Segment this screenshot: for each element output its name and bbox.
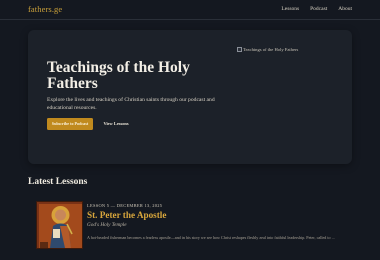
brand-logo[interactable]: fathers.ge [28, 4, 62, 14]
st-peter-icon [37, 202, 82, 248]
top-nav: fathers.ge Lessons Podcast About [0, 0, 380, 20]
nav-link-podcast[interactable]: Podcast [310, 6, 327, 12]
nav-links: Lessons Podcast About [281, 6, 352, 12]
subscribe-podcast-button[interactable]: Subscribe to Podcast [47, 118, 93, 130]
lesson-thumbnail[interactable] [36, 201, 83, 249]
nav-link-lessons[interactable]: Lessons [281, 6, 299, 12]
hero-title: Teachings of the Holy Fathers [47, 59, 190, 92]
hero-image: Teachings of the Holy Fathers [237, 47, 298, 52]
lesson-description: A hot-headed fisherman becomes a fearles… [87, 235, 335, 240]
hero-image-alt-text: Teachings of the Holy Fathers [243, 47, 299, 52]
nav-link-about[interactable]: About [338, 6, 352, 12]
hero-subtitle: Explore the lives and teachings of Chris… [47, 97, 215, 111]
broken-image-icon [237, 47, 242, 52]
view-lessons-button[interactable]: View Lessons [103, 118, 129, 130]
lesson-subtitle: God's Holy Temple [87, 222, 127, 228]
hero-panel: Teachings of the Holy Fathers Explore th… [28, 30, 352, 164]
lesson-title[interactable]: St. Peter the Apostle [87, 210, 166, 220]
lesson-card[interactable]: LESSON 5 — DECEMBER 13, 2025 St. Peter t… [36, 200, 346, 260]
latest-lessons-heading: Latest Lessons [28, 177, 88, 187]
lesson-meta: LESSON 5 — DECEMBER 13, 2025 [87, 203, 163, 208]
